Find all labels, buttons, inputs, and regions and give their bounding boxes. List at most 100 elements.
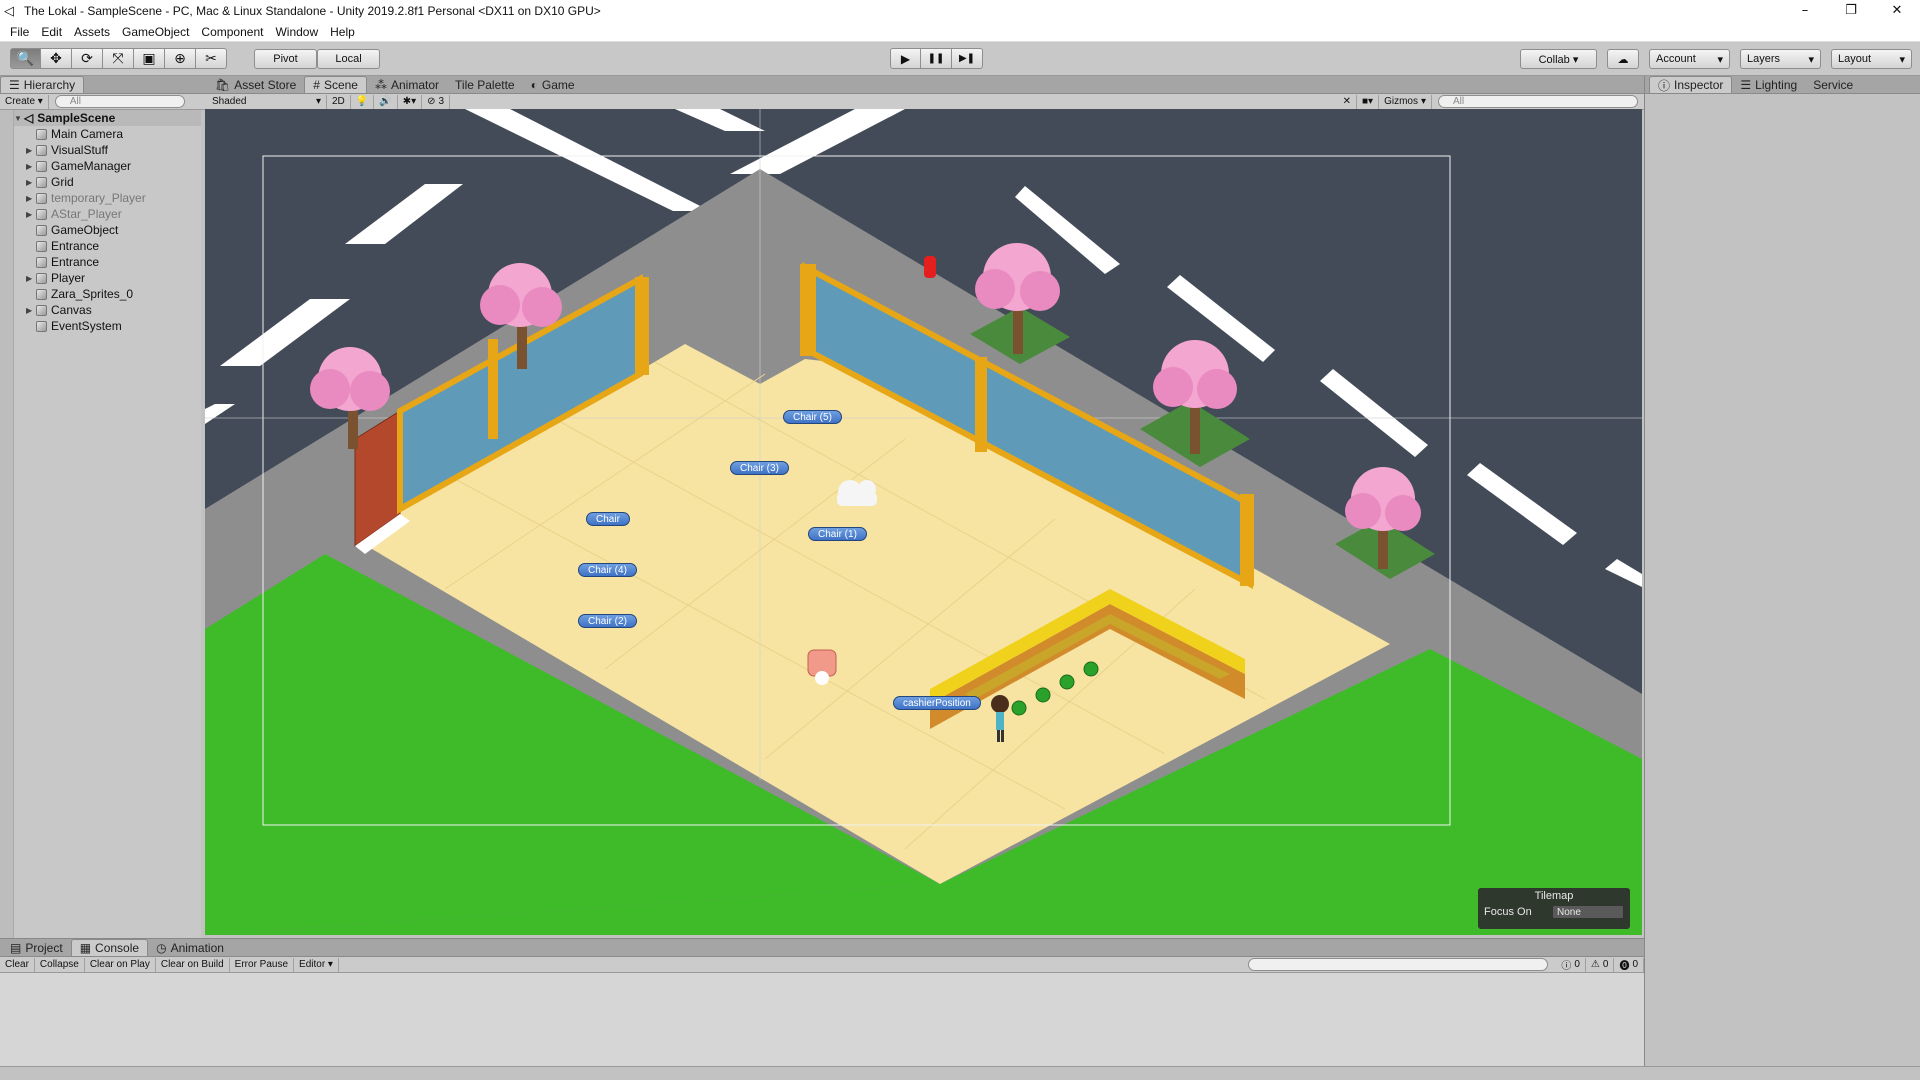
- camera-dropdown-icon[interactable]: ■▾: [1357, 94, 1380, 109]
- menu-component[interactable]: Component: [195, 25, 269, 39]
- collapse-button[interactable]: Collapse: [35, 957, 85, 972]
- audio-toggle-icon[interactable]: 🔊: [374, 94, 398, 109]
- expand-arrow-icon[interactable]: ▼: [14, 114, 24, 123]
- scene-search-input[interactable]: All: [1438, 95, 1638, 108]
- chair-label[interactable]: Chair (1): [808, 527, 867, 541]
- expand-arrow-icon[interactable]: ▶: [26, 178, 36, 187]
- hierarchy-item[interactable]: Entrance: [26, 254, 224, 270]
- expand-arrow-icon[interactable]: ▶: [26, 306, 36, 315]
- lighting-toggle-icon[interactable]: 💡: [351, 94, 375, 109]
- scene-viewport[interactable]: Chair (5) Chair (3) Chair Chair (1) Chai…: [205, 109, 1642, 935]
- tab-game[interactable]: ◐ Game: [523, 76, 583, 93]
- expand-arrow-icon[interactable]: ▶: [26, 194, 36, 203]
- account-dropdown[interactable]: Account ▾: [1649, 49, 1730, 69]
- console-log-area[interactable]: [0, 973, 1644, 1067]
- hierarchy-item[interactable]: ▶ AStar_Player: [26, 206, 224, 222]
- menu-edit[interactable]: Edit: [35, 25, 68, 39]
- error-filter-toggle[interactable]: ⓿0: [1614, 957, 1644, 972]
- hand-tool-icon[interactable]: 🔍: [10, 48, 41, 69]
- warning-filter-toggle[interactable]: ⚠ 0: [1586, 957, 1615, 972]
- mode-2d-toggle[interactable]: 2D: [327, 94, 351, 109]
- hierarchy-item[interactable]: ▶ Grid: [26, 174, 224, 190]
- menu-help[interactable]: Help: [324, 25, 361, 39]
- scene-search-placeholder: All: [1453, 96, 1465, 107]
- gizmos-dropdown[interactable]: Gizmos ▾: [1379, 94, 1432, 109]
- chair-label[interactable]: Chair (3): [730, 461, 789, 475]
- menu-assets[interactable]: Assets: [68, 25, 116, 39]
- tab-inspector[interactable]: ⓘ Inspector: [1649, 76, 1733, 93]
- editor-dropdown[interactable]: Editor ▾: [294, 957, 339, 972]
- tab-asset-store[interactable]: 🛍 Asset Store: [207, 76, 304, 93]
- clear-on-build-button[interactable]: Clear on Build: [156, 957, 230, 972]
- shading-dropdown[interactable]: Shaded ▾: [207, 94, 327, 109]
- hierarchy-item[interactable]: GameObject: [26, 222, 224, 238]
- focus-on-dropdown[interactable]: None: [1552, 905, 1624, 919]
- chair-label[interactable]: Chair (2): [578, 614, 637, 628]
- play-icon[interactable]: ▶: [890, 48, 921, 69]
- clear-button[interactable]: Clear: [0, 957, 35, 972]
- info-filter-toggle[interactable]: ⓘ 0: [1556, 957, 1586, 972]
- scale-tool-icon[interactable]: ⤧: [103, 48, 134, 69]
- close-button[interactable]: ✕: [1874, 0, 1920, 22]
- create-dropdown[interactable]: Create ▾: [0, 94, 49, 109]
- tab-hierarchy[interactable]: ☰ Hierarchy: [0, 76, 85, 93]
- console-search-input[interactable]: [1248, 958, 1549, 971]
- scene-row[interactable]: ▼ ◁ SampleScene: [14, 110, 212, 126]
- collab-button[interactable]: Collab ▾: [1520, 49, 1597, 69]
- error-pause-button[interactable]: Error Pause: [230, 957, 295, 972]
- transform-tool-icon[interactable]: ⊕: [165, 48, 196, 69]
- hierarchy-item[interactable]: ▶ GameManager: [26, 158, 224, 174]
- tab-animator[interactable]: ⁂ Animator: [367, 76, 447, 93]
- rotate-tool-icon[interactable]: ⟳: [72, 48, 103, 69]
- hierarchy-search-input[interactable]: All: [54, 95, 185, 108]
- restore-button[interactable]: ❐: [1828, 0, 1874, 22]
- tab-animation[interactable]: ◷ Animation: [148, 939, 232, 956]
- custom-tool-icon[interactable]: ✂: [196, 48, 227, 69]
- hierarchy-item-label: VisualStuff: [51, 143, 108, 157]
- scene-canvas[interactable]: [205, 109, 1642, 935]
- layers-dropdown[interactable]: Layers ▾: [1740, 49, 1821, 69]
- tab-scene-label: Scene: [323, 78, 358, 92]
- expand-arrow-icon[interactable]: ▶: [26, 274, 36, 283]
- hierarchy-item[interactable]: Main Camera: [26, 126, 224, 142]
- hierarchy-item[interactable]: EventSystem: [26, 318, 224, 334]
- effects-dropdown-icon[interactable]: ✱▾: [398, 94, 423, 109]
- expand-arrow-icon[interactable]: ▶: [26, 146, 36, 155]
- tab-project[interactable]: ▤ Project: [2, 939, 71, 956]
- rect-tool-icon[interactable]: ▣: [134, 48, 165, 69]
- clear-on-play-button[interactable]: Clear on Play: [85, 957, 156, 972]
- expand-arrow-icon[interactable]: ▶: [26, 162, 36, 171]
- hierarchy-item[interactable]: ▶ Player: [26, 270, 224, 286]
- tab-lighting[interactable]: ☰ Lighting: [1732, 76, 1805, 93]
- folder-icon: ▤: [10, 940, 22, 955]
- tab-services[interactable]: Service: [1805, 76, 1861, 93]
- hidden-objects-toggle[interactable]: ⊘ 3: [422, 94, 451, 109]
- minimize-button[interactable]: –: [1782, 0, 1828, 22]
- tools-icon[interactable]: ✕: [1338, 94, 1357, 109]
- hierarchy-item[interactable]: ▶ temporary_Player: [26, 190, 224, 206]
- hierarchy-item[interactable]: ▶ VisualStuff: [26, 142, 224, 158]
- step-icon[interactable]: ▶❚: [952, 48, 983, 69]
- tab-tile-palette[interactable]: Tile Palette: [447, 76, 523, 93]
- chair-label[interactable]: Chair: [586, 512, 630, 526]
- hierarchy-item-label: Zara_Sprites_0: [51, 287, 134, 301]
- hierarchy-item[interactable]: Entrance: [26, 238, 224, 254]
- chair-label[interactable]: Chair (5): [783, 410, 842, 424]
- hierarchy-item[interactable]: ▶ Canvas: [26, 302, 224, 318]
- chevron-down-icon: ▾: [1717, 53, 1723, 66]
- menu-file[interactable]: File: [4, 25, 35, 39]
- pivot-button[interactable]: Pivot: [254, 49, 317, 69]
- menu-window[interactable]: Window: [269, 25, 324, 39]
- menu-gameobject[interactable]: GameObject: [116, 25, 195, 39]
- layout-dropdown[interactable]: Layout ▾: [1831, 49, 1912, 69]
- chair-label[interactable]: Chair (4): [578, 563, 637, 577]
- tab-console[interactable]: ▦ Console: [70, 939, 149, 956]
- local-button[interactable]: Local: [317, 49, 380, 69]
- hierarchy-item[interactable]: Zara_Sprites_0: [26, 286, 224, 302]
- expand-arrow-icon[interactable]: ▶: [26, 210, 36, 219]
- pause-icon[interactable]: ❚❚: [921, 48, 952, 69]
- move-tool-icon[interactable]: ✥: [41, 48, 72, 69]
- cashier-position-label[interactable]: cashierPosition: [893, 696, 981, 710]
- tab-scene[interactable]: # Scene: [304, 76, 367, 93]
- cloud-icon[interactable]: ☁: [1607, 49, 1639, 69]
